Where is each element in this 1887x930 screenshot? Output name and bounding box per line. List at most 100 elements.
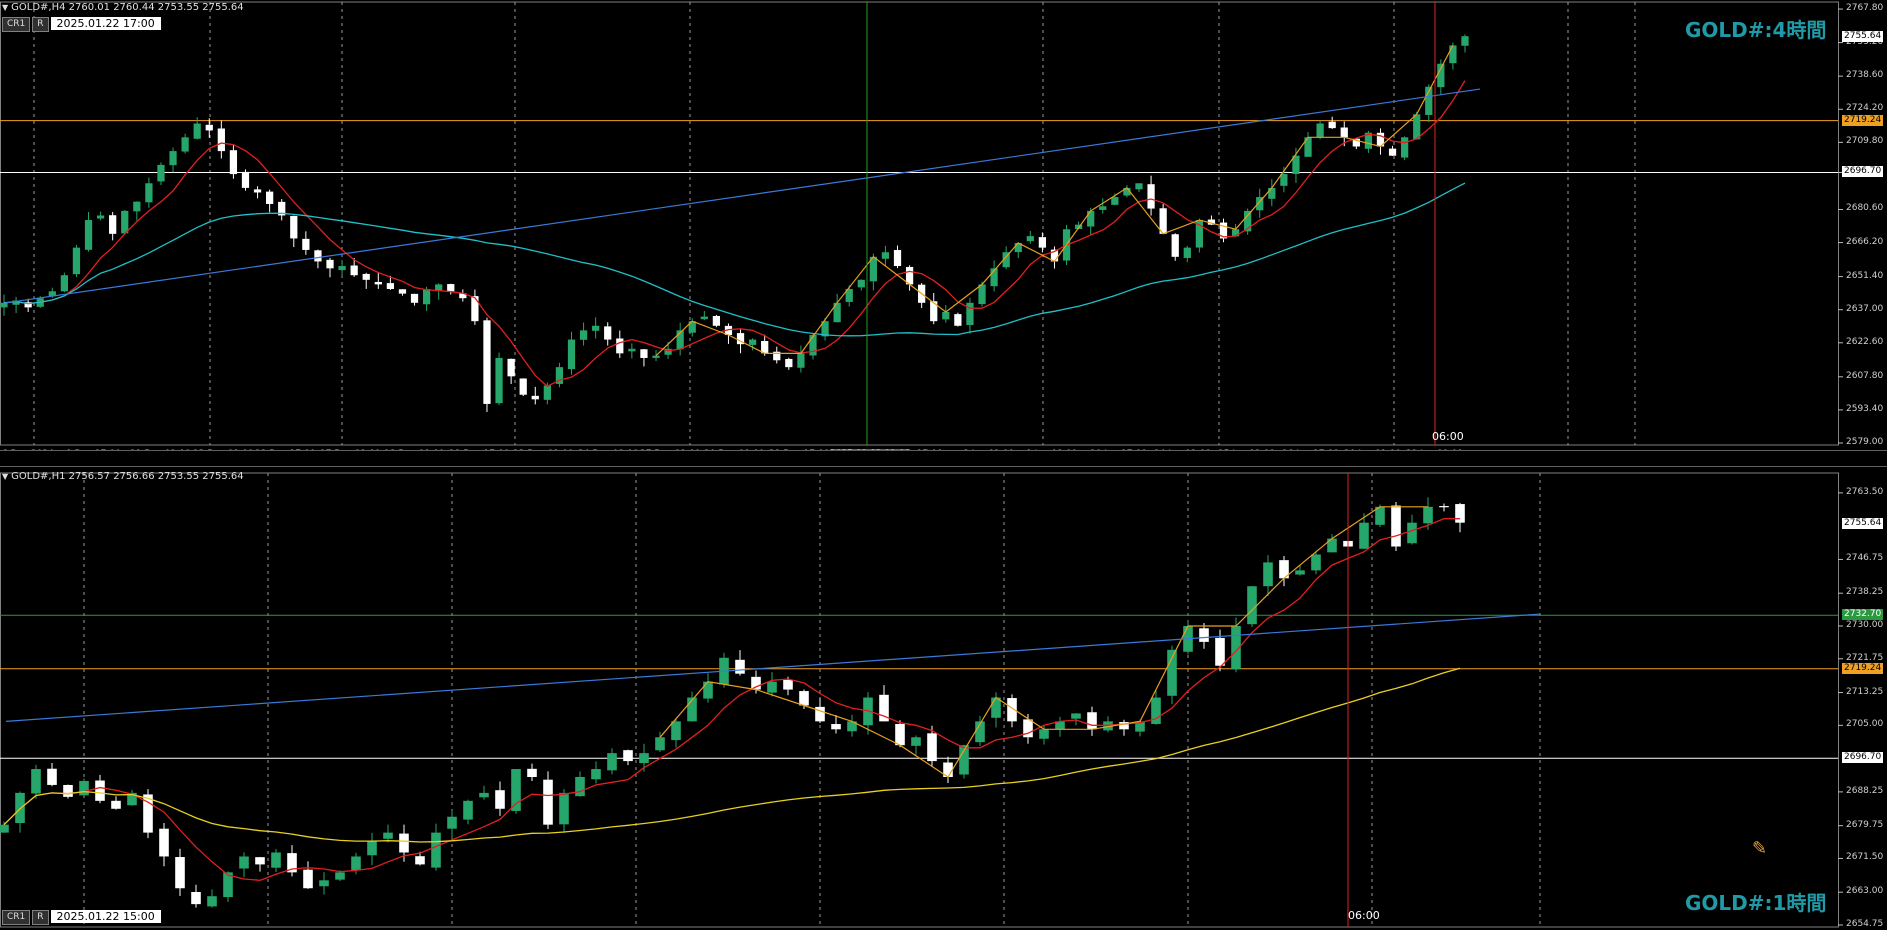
h1-chart-header: ▼ GOLD#,H1 2756.57 2756.66 2753.55 2755.6… bbox=[2, 471, 244, 482]
price-axis-label: 2651.40 bbox=[1846, 270, 1884, 281]
candle-body bbox=[511, 769, 521, 811]
level-price-box-resistance: 2719.24 bbox=[1842, 114, 1884, 126]
candle-body bbox=[559, 792, 569, 825]
cr1-button[interactable]: CR1 bbox=[2, 17, 31, 32]
crosshair-tool-icon[interactable]: ✎ bbox=[1752, 838, 1767, 859]
candle-body bbox=[145, 183, 153, 203]
candle-body bbox=[303, 869, 313, 889]
price-axis-label: 2738.60 bbox=[1846, 70, 1884, 81]
candle-body bbox=[314, 250, 322, 262]
candle-body bbox=[507, 358, 515, 377]
price-axis-label: 2713.25 bbox=[1846, 686, 1884, 697]
candle-body bbox=[374, 281, 382, 285]
candle-body bbox=[1359, 522, 1369, 549]
price-axis-label: 2738.25 bbox=[1846, 587, 1884, 598]
candle-body bbox=[1461, 36, 1469, 46]
candle-body bbox=[519, 378, 527, 395]
cr1-button[interactable]: CR1 bbox=[2, 910, 31, 925]
candle-body bbox=[1087, 210, 1095, 227]
candle-body bbox=[1071, 713, 1081, 719]
candle-body bbox=[109, 215, 117, 234]
moving-average-slow bbox=[3, 182, 1466, 337]
candle-body bbox=[616, 338, 624, 354]
candle-body bbox=[1147, 184, 1155, 209]
candle-body bbox=[422, 289, 431, 305]
candle-body bbox=[181, 137, 189, 152]
level-price-box-current: 2755.64 bbox=[1842, 518, 1884, 530]
chart-pane-h4[interactable]: ▼ GOLD#,H4 2760.01 2760.44 2753.55 2755.6… bbox=[0, 0, 1887, 459]
candle-body bbox=[159, 828, 169, 857]
candle-body bbox=[483, 320, 491, 404]
pane-divider[interactable] bbox=[0, 450, 1887, 467]
candle-body bbox=[640, 349, 648, 358]
candle-body bbox=[1316, 123, 1324, 137]
candle-body bbox=[954, 314, 962, 326]
candle-body bbox=[1268, 187, 1276, 199]
candle-body bbox=[1328, 121, 1336, 129]
plot-frame bbox=[0, 1, 1839, 446]
candle-body bbox=[84, 220, 93, 250]
candle-body bbox=[1340, 127, 1348, 138]
candle-body bbox=[239, 856, 249, 869]
candle-body bbox=[748, 339, 757, 345]
candle-body bbox=[1407, 522, 1417, 544]
h1-cursor-time: 06:00 bbox=[1348, 909, 1380, 922]
candle-body bbox=[415, 856, 425, 865]
candle-body bbox=[895, 723, 905, 746]
price-axis-label: 2637.00 bbox=[1846, 303, 1884, 314]
price-axis-label: 2671.50 bbox=[1846, 852, 1884, 863]
h4-price-chart[interactable] bbox=[0, 0, 1887, 450]
price-axis-label: 2688.25 bbox=[1846, 785, 1884, 796]
candle-body bbox=[447, 284, 455, 292]
candle-body bbox=[410, 293, 419, 303]
candle-body bbox=[1039, 729, 1049, 739]
candle-body bbox=[966, 302, 974, 325]
candle-body bbox=[463, 800, 473, 820]
candle-body bbox=[63, 785, 73, 797]
candle-body bbox=[1199, 628, 1209, 642]
h1-price-chart[interactable] bbox=[0, 467, 1887, 930]
candle-body bbox=[1247, 586, 1257, 625]
collapse-triangle-icon[interactable]: ▼ bbox=[2, 472, 8, 481]
zigzag-indicator bbox=[655, 45, 1454, 357]
candle-body bbox=[191, 891, 201, 905]
price-axis-label: 2622.60 bbox=[1846, 336, 1884, 347]
moving-average-slow bbox=[3, 667, 1461, 843]
h4-cursor-time: 06:00 bbox=[1432, 430, 1464, 443]
candle-body bbox=[207, 896, 217, 907]
candle-body bbox=[1215, 637, 1225, 666]
candle-body bbox=[241, 171, 250, 188]
price-axis-label: 2607.80 bbox=[1846, 370, 1884, 381]
candle-body bbox=[799, 691, 809, 706]
candle-body bbox=[1388, 148, 1397, 156]
candle-body bbox=[579, 330, 588, 340]
r-button[interactable]: R bbox=[32, 17, 49, 32]
chart-pane-h1[interactable]: ▼ GOLD#,H1 2756.57 2756.66 2753.55 2755.6… bbox=[0, 467, 1887, 930]
candle-body bbox=[95, 780, 105, 801]
candle-body bbox=[652, 355, 660, 358]
candle-body bbox=[1295, 570, 1305, 575]
price-axis-label: 2593.40 bbox=[1846, 403, 1884, 414]
candle-body bbox=[655, 737, 665, 751]
candle-body bbox=[1263, 562, 1273, 587]
price-axis-label: 2663.00 bbox=[1846, 886, 1884, 897]
candle-body bbox=[797, 353, 805, 368]
candle-body bbox=[386, 283, 395, 290]
collapse-triangle-icon[interactable]: ▼ bbox=[2, 3, 8, 12]
candle-body bbox=[157, 164, 165, 182]
candle-body bbox=[1099, 206, 1107, 210]
candle-body bbox=[253, 189, 262, 193]
r-button[interactable]: R bbox=[32, 910, 49, 925]
candle-body bbox=[398, 289, 407, 294]
candle-body bbox=[623, 750, 633, 762]
candle-body bbox=[15, 792, 25, 824]
h1-timeframe-label: GOLD#:1時間 bbox=[1685, 891, 1827, 915]
candle-body bbox=[290, 215, 298, 239]
candle-body bbox=[857, 279, 865, 288]
moving-average-fast bbox=[3, 80, 1466, 388]
price-axis-label: 2724.20 bbox=[1846, 103, 1884, 114]
price-axis-label: 2709.80 bbox=[1846, 136, 1884, 147]
candle-body bbox=[326, 259, 334, 269]
candle-body bbox=[0, 302, 8, 308]
candle-body bbox=[1231, 229, 1240, 237]
